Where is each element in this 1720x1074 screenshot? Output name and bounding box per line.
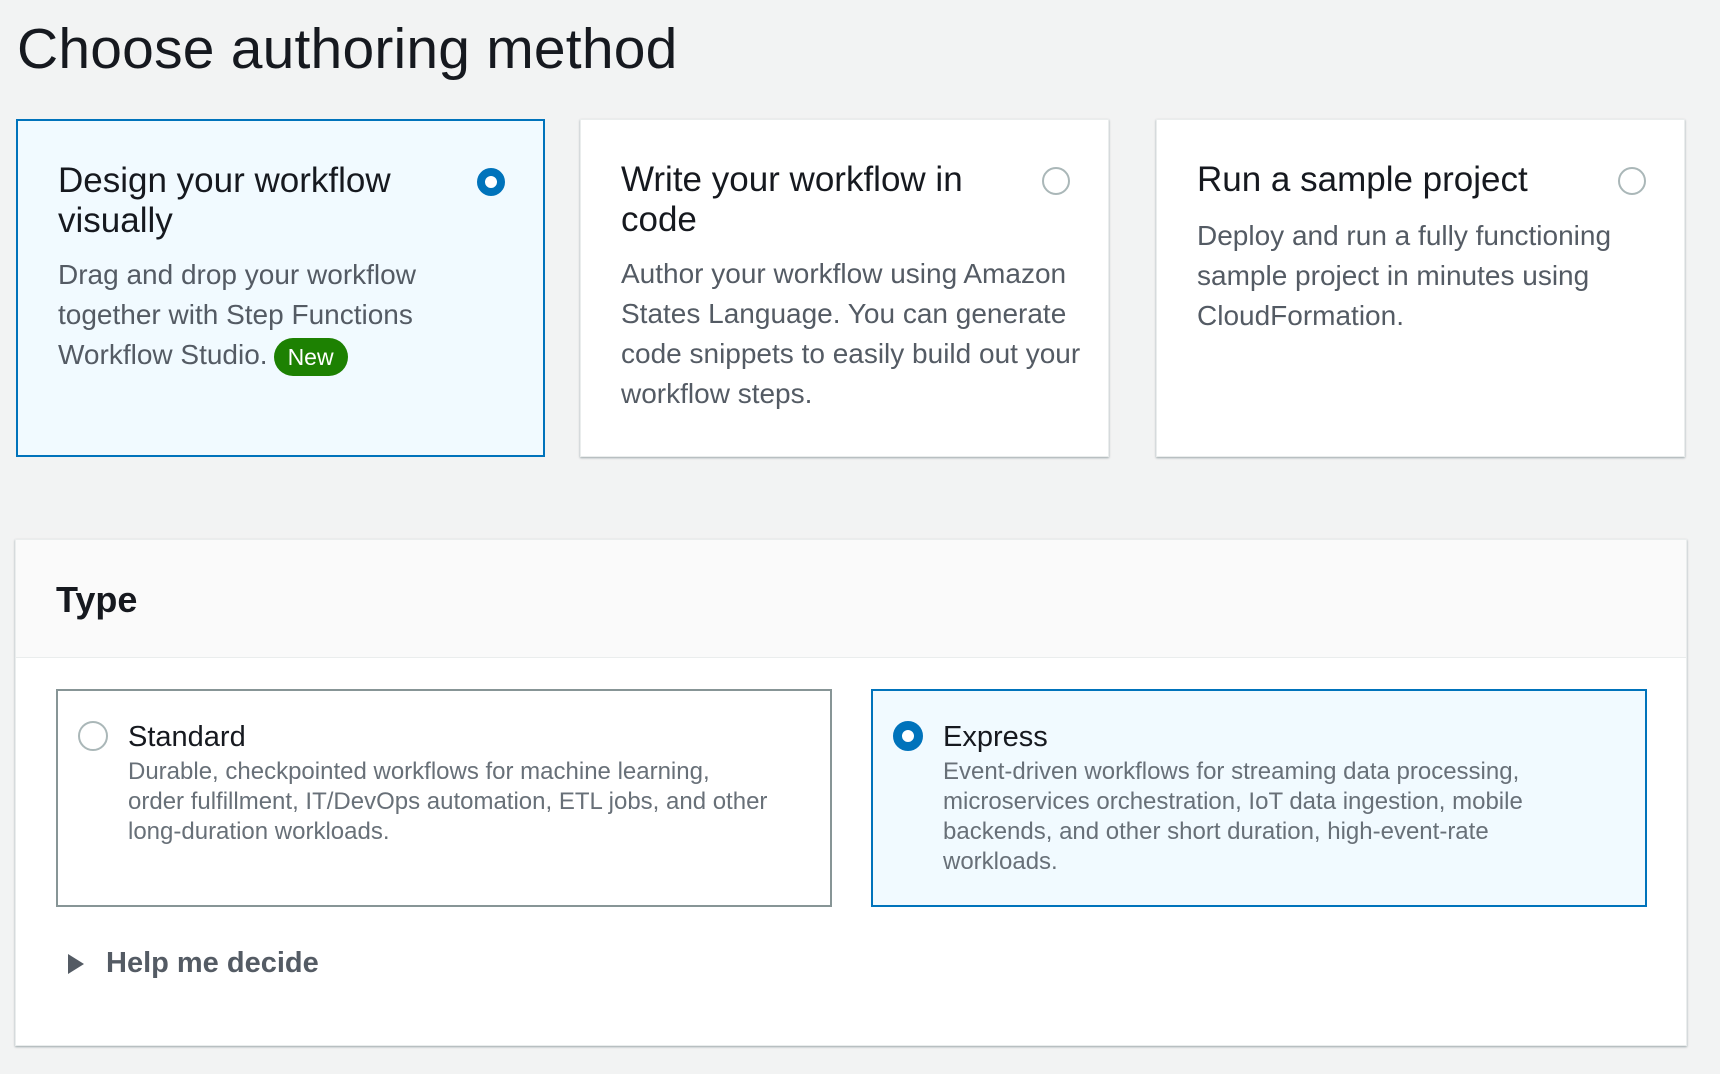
caret-right-icon <box>68 953 84 974</box>
method-card-title: Design your workflow visually <box>58 161 391 240</box>
radio-button[interactable] <box>1618 167 1646 195</box>
method-card-design-visually[interactable]: Design your workflow visually Drag and d… <box>16 119 545 457</box>
new-badge: New <box>273 337 348 376</box>
page-title: Choose authoring method <box>17 17 678 81</box>
method-card-description: Drag and drop your workflow together wit… <box>58 255 518 376</box>
radio-button[interactable] <box>78 721 108 751</box>
method-card-sample-project[interactable]: Run a sample project Deploy and run a fu… <box>1156 119 1685 457</box>
type-panel-header: Type <box>16 540 1686 658</box>
method-card-description-text: Drag and drop your workflow together wit… <box>58 259 416 370</box>
help-me-decide-label: Help me decide <box>106 947 319 979</box>
type-tile-express[interactable]: Express Event-driven workflows for strea… <box>871 689 1647 907</box>
radio-button[interactable] <box>1042 167 1070 195</box>
radio-button-selected[interactable] <box>893 721 923 751</box>
radio-button-selected[interactable] <box>477 168 505 196</box>
type-tile-description: Event-driven workflows for streaming dat… <box>943 758 1523 875</box>
type-tile-standard[interactable]: Standard Durable, checkpointed workflows… <box>56 689 832 907</box>
type-tile-title: Express <box>943 721 1048 753</box>
help-me-decide-expander[interactable]: Help me decide <box>68 947 319 980</box>
type-tile-description: Durable, checkpointed workflows for mach… <box>128 758 768 845</box>
method-card-title: Run a sample project <box>1197 160 1528 199</box>
type-panel: Type Standard Durable, checkpointed work… <box>15 539 1687 1046</box>
method-card-description: Author your workflow using Amazon States… <box>621 258 1081 409</box>
type-heading: Type <box>56 579 138 620</box>
method-card-title: Write your workflow in code <box>621 160 963 239</box>
method-card-write-code[interactable]: Write your workflow in code Author your … <box>580 119 1109 457</box>
type-tile-title: Standard <box>128 721 246 753</box>
method-card-description: Deploy and run a fully functioning sampl… <box>1197 220 1612 331</box>
